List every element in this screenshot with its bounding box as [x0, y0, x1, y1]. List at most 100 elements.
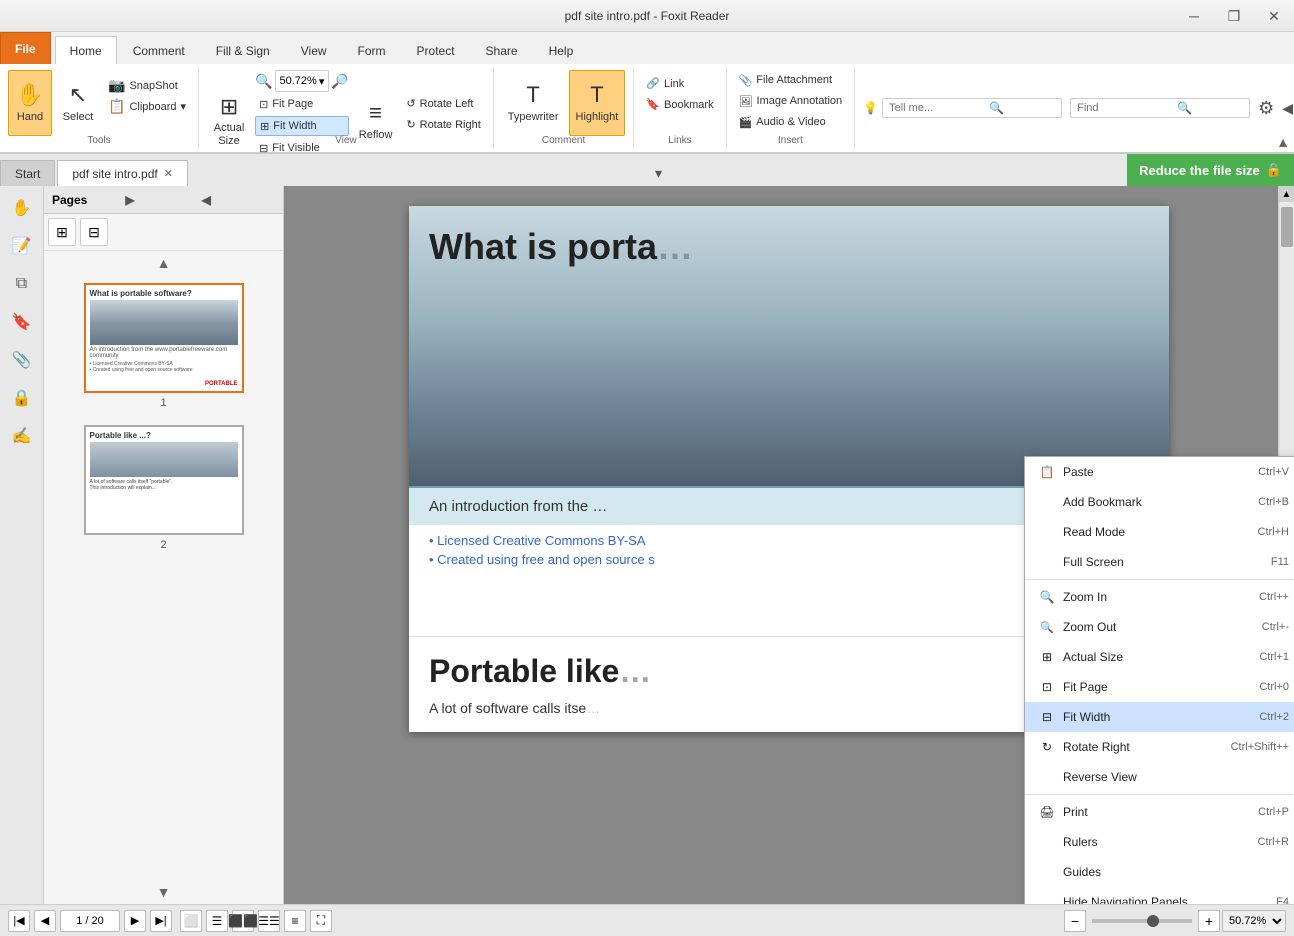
clipboard-dropdown-icon[interactable]: ▾: [181, 100, 187, 113]
ctx-rulers[interactable]: Rulers Ctrl+R: [1025, 827, 1294, 857]
clipboard-button[interactable]: 📋 Clipboard ▾: [104, 97, 190, 117]
link-button[interactable]: 🔗 Link: [642, 74, 717, 94]
ctx-rotate-right[interactable]: ↻ Rotate Right Ctrl+Shift++: [1025, 732, 1294, 762]
ctx-zoom-out[interactable]: 🔍 Zoom Out Ctrl+-: [1025, 612, 1294, 642]
signature-button[interactable]: ✍: [4, 418, 40, 454]
ctx-actual-size[interactable]: ⊞ Actual Size Ctrl+1: [1025, 642, 1294, 672]
actual-size-ctx-icon: ⊞: [1039, 649, 1055, 665]
next-page-button[interactable]: ▶: [124, 910, 146, 932]
fit-page-button[interactable]: ⊡ Fit Page: [255, 94, 349, 114]
typewriter-button[interactable]: T Typewriter: [502, 70, 565, 136]
highlight-button[interactable]: T Highlight: [569, 70, 626, 136]
reduce-file-size-button[interactable]: Reduce the file size 🔒: [1127, 154, 1294, 186]
ribbon-collapse-button[interactable]: ▲: [1276, 134, 1290, 150]
last-page-button[interactable]: ▶|: [150, 910, 172, 932]
tab-file[interactable]: File: [0, 32, 51, 64]
ctx-read-mode[interactable]: Read Mode Ctrl+H: [1025, 517, 1294, 547]
zoom-out-icon[interactable]: 🔍: [255, 73, 272, 90]
image-annotation-button[interactable]: 🖼 Image Annotation: [735, 91, 847, 111]
rotate-right-button[interactable]: ↻ Rotate Right: [402, 115, 484, 135]
ctx-print[interactable]: 🖨 Print Ctrl+P: [1025, 797, 1294, 827]
continuous-facing-button[interactable]: ☰☰: [258, 910, 280, 932]
rotate-left-button[interactable]: ↺ Rotate Left: [402, 94, 484, 114]
fullscreen-status-button[interactable]: ⛶: [310, 910, 332, 932]
vscroll-up-button[interactable]: ▲: [1279, 186, 1294, 202]
pages-next-button[interactable]: ▶: [122, 193, 198, 207]
pages-prev-button[interactable]: ◀: [199, 193, 275, 207]
ctx-add-bookmark[interactable]: Add Bookmark Ctrl+B: [1025, 487, 1294, 517]
view-mode-buttons: ⬜ ☰ ⬛⬛ ☰☰ ≡ ⛶: [180, 910, 332, 932]
tab-share[interactable]: Share: [471, 36, 533, 64]
ctx-print-label: Print: [1063, 805, 1088, 819]
continuous-button[interactable]: ☰: [206, 910, 228, 932]
pages-scroll-down[interactable]: ▼: [44, 880, 283, 904]
page-input[interactable]: [60, 910, 120, 932]
tab-comment[interactable]: Comment: [118, 36, 200, 64]
single-page-button[interactable]: ⬜: [180, 910, 202, 932]
ctx-paste[interactable]: 📋 Paste Ctrl+V: [1025, 457, 1294, 487]
bookmark-button[interactable]: 🔖 Bookmark: [642, 95, 717, 115]
pages-tool-2[interactable]: ⊟: [80, 218, 108, 246]
tell-me-search-wrap[interactable]: 🔍: [882, 98, 1062, 118]
zoom-in-status-button[interactable]: +: [1198, 910, 1220, 932]
zoom-selector[interactable]: 50.72% ▾: [275, 70, 330, 92]
restore-button[interactable]: ❐: [1214, 0, 1254, 32]
pages-toolbar: ⊞ ⊟: [44, 214, 283, 251]
facing-button[interactable]: ⬛⬛: [232, 910, 254, 932]
zoom-slider-thumb[interactable]: [1147, 915, 1159, 927]
insert-group-label: Insert: [727, 135, 855, 146]
ctx-fit-width[interactable]: ⊟ Fit Width Ctrl+2: [1025, 702, 1294, 732]
tell-me-input[interactable]: [889, 102, 989, 114]
first-page-button[interactable]: |◀: [8, 910, 30, 932]
page-thumb-1[interactable]: What is portable software? An introducti…: [52, 283, 275, 409]
tab-help[interactable]: Help: [534, 36, 589, 64]
select-tool-button[interactable]: ↖ Select: [56, 70, 100, 136]
settings-icon[interactable]: ⚙: [1258, 98, 1274, 119]
zoom-out-status-button[interactable]: −: [1064, 910, 1086, 932]
tab-start[interactable]: Start: [0, 160, 55, 186]
hand-nav-button[interactable]: ✋: [4, 190, 40, 226]
zoom-dropdown-icon[interactable]: ▾: [319, 75, 325, 88]
back-icon[interactable]: ◀: [1282, 100, 1293, 117]
annotation-button[interactable]: 📝: [4, 228, 40, 264]
layers-button[interactable]: ⧉: [4, 266, 40, 302]
close-button[interactable]: ✕: [1254, 0, 1294, 32]
tabs-dropdown-button[interactable]: ▾: [647, 161, 670, 186]
pages-scroll-up[interactable]: ▲: [44, 251, 283, 275]
ctx-reverse-view[interactable]: Reverse View: [1025, 762, 1294, 792]
attachment-nav-button[interactable]: 📎: [4, 342, 40, 378]
ctx-fit-page[interactable]: ⊡ Fit Page Ctrl+0: [1025, 672, 1294, 702]
pages-scroll-area[interactable]: What is portable software? An introducti…: [44, 275, 283, 880]
vscroll-thumb[interactable]: [1281, 207, 1293, 247]
tab-view[interactable]: View: [286, 36, 342, 64]
tab-form[interactable]: Form: [343, 36, 401, 64]
zoom-select[interactable]: 50.72% 25% 50% 75% 100%: [1222, 910, 1286, 932]
zoom-in-icon[interactable]: 🔎: [331, 73, 348, 90]
file-attachment-button[interactable]: 📎 File Attachment: [735, 70, 847, 90]
pdf-tab-close[interactable]: ✕: [164, 167, 173, 180]
reading-mode-button[interactable]: ≡: [284, 910, 306, 932]
ctx-hide-nav-panels[interactable]: Hide Navigation Panels F4: [1025, 887, 1294, 904]
ctx-full-screen[interactable]: Full Screen F11: [1025, 547, 1294, 577]
minimize-button[interactable]: ─: [1174, 0, 1214, 32]
fit-width-button[interactable]: ⊞ Fit Width: [255, 116, 349, 136]
tab-home[interactable]: Home: [55, 36, 117, 64]
zoom-slider[interactable]: [1092, 919, 1192, 923]
pages-tool-1[interactable]: ⊞: [48, 218, 76, 246]
tab-protect[interactable]: Protect: [402, 36, 470, 64]
security-button[interactable]: 🔒: [4, 380, 40, 416]
ctx-guides[interactable]: Guides: [1025, 857, 1294, 887]
audio-video-button[interactable]: 🎬 Audio & Video: [735, 112, 847, 132]
select-label: Select: [63, 111, 94, 124]
page-navigation: |◀ ◀ ▶ ▶|: [8, 910, 172, 932]
tab-fill-sign[interactable]: Fill & Sign: [201, 36, 285, 64]
bookmark-nav-button[interactable]: 🔖: [4, 304, 40, 340]
find-input[interactable]: [1077, 102, 1177, 114]
find-search-wrap[interactable]: 🔍: [1070, 98, 1250, 118]
page-thumb-2[interactable]: Portable like ...? A lot of software cal…: [52, 425, 275, 551]
hand-tool-button[interactable]: ✋ Hand: [8, 70, 52, 136]
ctx-zoom-in[interactable]: 🔍 Zoom In Ctrl++: [1025, 582, 1294, 612]
snapshot-button[interactable]: 📷 SnapShot: [104, 76, 190, 96]
tab-pdf-file[interactable]: pdf site intro.pdf ✕: [57, 160, 188, 186]
prev-page-button[interactable]: ◀: [34, 910, 56, 932]
